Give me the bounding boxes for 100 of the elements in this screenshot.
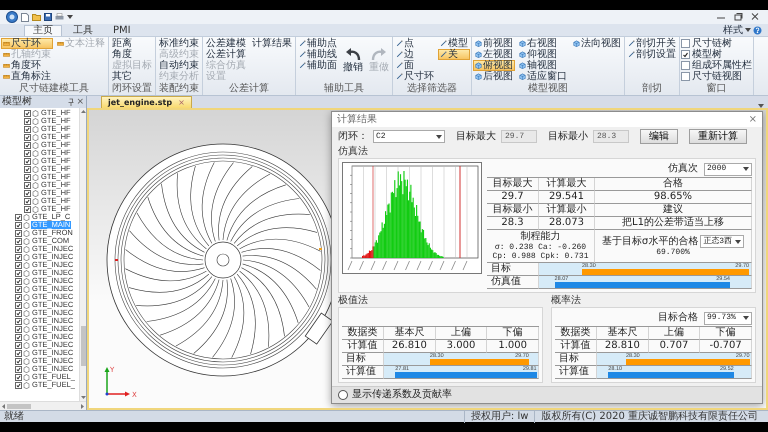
window-toggle[interactable]: 尺寸链视图	[681, 71, 752, 82]
scroll-up-icon[interactable]	[80, 110, 86, 113]
ribbon-button[interactable]: 标准约束	[157, 38, 201, 49]
dialog-button[interactable]: 编辑	[640, 129, 678, 144]
ribbon-button[interactable]: 计算结果	[250, 38, 294, 49]
ribbon-button[interactable]: 撤销	[341, 38, 365, 82]
ribbon-button[interactable]: 直角标注	[1, 71, 53, 82]
checkbox[interactable]	[681, 72, 690, 81]
ribbon-button[interactable]: 尺寸环	[394, 71, 436, 82]
help-icon[interactable]	[753, 26, 762, 34]
ribbon-tab[interactable]: 工具	[64, 25, 102, 36]
pass-rate-select[interactable]: 99.73%	[704, 312, 752, 324]
printer-icon[interactable]	[55, 13, 64, 21]
checkbox[interactable]	[15, 214, 22, 220]
checkbox[interactable]	[15, 246, 22, 252]
checkbox[interactable]	[681, 50, 690, 59]
ribbon-button[interactable]: 角度	[110, 49, 154, 60]
target-max-field[interactable]: 29.7	[501, 130, 537, 143]
checkbox[interactable]	[15, 278, 22, 284]
checkbox[interactable]	[15, 358, 22, 364]
scrollbar[interactable]	[79, 108, 86, 401]
checkbox[interactable]	[15, 374, 22, 380]
scrollbar-thumb[interactable]	[80, 326, 86, 366]
ribbon-button[interactable]: 仰视图	[517, 49, 569, 60]
checkbox[interactable]	[15, 350, 22, 356]
runs-select[interactable]: 2000	[704, 162, 752, 176]
ribbon-button[interactable]: 尺寸环	[1, 38, 53, 49]
checkbox[interactable]	[24, 182, 31, 188]
scrollbar-thumb[interactable]	[7, 404, 31, 408]
checkbox[interactable]	[15, 310, 22, 316]
ribbon-button[interactable]: 模型	[438, 38, 470, 49]
checkbox[interactable]	[15, 294, 22, 300]
pin-icon[interactable]	[68, 98, 74, 106]
ribbon-button[interactable]: 关	[438, 49, 470, 60]
dialog-button[interactable]: 重新计算	[689, 129, 747, 144]
checkbox[interactable]	[15, 286, 22, 292]
checkbox[interactable]	[24, 174, 31, 180]
checkbox[interactable]	[15, 366, 22, 372]
ribbon-tab[interactable]: PMI	[104, 25, 140, 36]
distribution-select[interactable]: 正态3西	[700, 235, 744, 248]
checkbox[interactable]	[681, 61, 690, 70]
app-logo-icon[interactable]	[6, 11, 18, 23]
scroll-right-icon[interactable]	[81, 404, 84, 408]
new-file-icon[interactable]	[21, 12, 29, 22]
ribbon-button[interactable]: 辅助线	[297, 49, 339, 60]
close-button[interactable]: ×	[748, 114, 757, 126]
ribbon-button[interactable]: 后视图	[473, 71, 515, 82]
scroll-down-icon[interactable]	[80, 396, 86, 399]
checkbox[interactable]	[24, 198, 31, 204]
ribbon-button[interactable]: 公差计算	[204, 49, 248, 60]
checkbox[interactable]	[24, 206, 31, 212]
checkbox[interactable]	[24, 158, 31, 164]
checkbox[interactable]	[24, 150, 31, 156]
checkbox[interactable]	[24, 126, 31, 132]
checkbox[interactable]	[24, 118, 31, 124]
ribbon-button[interactable]: 边	[394, 49, 436, 60]
ribbon-button[interactable]: 其它	[110, 71, 154, 82]
checkbox[interactable]	[681, 39, 690, 48]
ribbon-button[interactable]: 自动约束	[157, 60, 201, 71]
checkbox[interactable]	[24, 142, 31, 148]
scroll-left-icon[interactable]	[2, 404, 5, 408]
ribbon-button[interactable]: 前视图	[473, 38, 515, 49]
checkbox[interactable]	[24, 190, 31, 196]
ribbon-button[interactable]: 辅助点	[297, 38, 339, 49]
ribbon-tab[interactable]: 主页	[24, 25, 62, 36]
checkbox[interactable]	[15, 326, 22, 332]
document-tab[interactable]: jet_engine.stp ×	[101, 96, 192, 108]
target-min-field[interactable]: 28.3	[593, 130, 629, 143]
checkbox[interactable]	[15, 270, 22, 276]
ribbon-button[interactable]: 法向视图	[571, 38, 623, 49]
ribbon-button[interactable]: 适应窗口	[517, 71, 569, 82]
checkbox[interactable]	[24, 134, 31, 140]
radio-button[interactable]	[338, 390, 348, 400]
save-icon[interactable]	[44, 13, 52, 21]
ribbon-button[interactable]: 角度环	[1, 60, 53, 71]
window-toggle[interactable]: 尺寸链树	[681, 38, 752, 49]
checkbox[interactable]	[15, 342, 22, 348]
checkbox[interactable]	[15, 302, 22, 308]
checkbox[interactable]	[15, 254, 22, 260]
checkbox[interactable]	[15, 262, 22, 268]
checkbox[interactable]	[24, 110, 31, 116]
ribbon-button[interactable]: 俯视图	[473, 60, 515, 71]
window-toggle[interactable]: 模型树	[681, 49, 752, 60]
style-menu[interactable]: 样式	[723, 23, 743, 37]
close-button[interactable]: ×	[178, 98, 185, 108]
ribbon-button[interactable]: 距离	[110, 38, 154, 49]
ribbon-button[interactable]: 右视图	[517, 38, 569, 49]
checkbox[interactable]	[24, 166, 31, 172]
ribbon-button[interactable]: 左视图	[473, 49, 515, 60]
close-button[interactable]: ×	[76, 97, 84, 107]
folder-icon[interactable]	[32, 13, 41, 21]
checkbox[interactable]	[15, 230, 22, 236]
loop-select[interactable]: C2	[373, 130, 445, 143]
ribbon-button[interactable]: 点	[394, 38, 436, 49]
ribbon-button[interactable]: 辅助面	[297, 60, 339, 71]
checkbox[interactable]	[15, 318, 22, 324]
ribbon-button[interactable]: 公差建模	[204, 38, 248, 49]
window-toggle[interactable]: 组成环属性栏	[681, 60, 752, 71]
checkbox[interactable]	[15, 334, 22, 340]
checkbox[interactable]	[15, 382, 22, 388]
